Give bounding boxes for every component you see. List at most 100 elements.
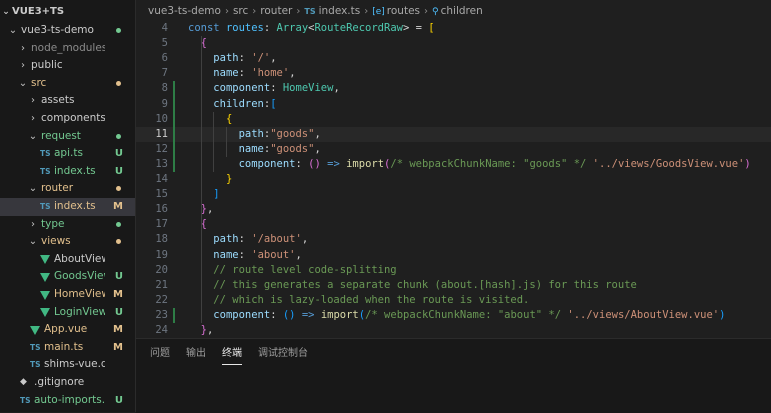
code-text: const routes: Array<RouteRecordRaw> = [ [188, 22, 435, 34]
code-line[interactable]: 6 path: '/', [136, 51, 771, 66]
code-line[interactable]: 12 name:"goods", [136, 142, 771, 157]
git-status-badge: M [113, 289, 123, 300]
breadcrumb-item-router[interactable]: router [260, 5, 292, 17]
tree-item[interactable]: › components [0, 110, 135, 128]
code-line[interactable]: 14 } [136, 172, 771, 187]
explorer-root-header[interactable]: ⌄ VUE3+TS [0, 6, 64, 20]
tree-item-label: public [31, 59, 63, 72]
variable-symbol-icon: [e] [372, 7, 385, 17]
code-editor[interactable]: vue3-ts-demo › src › router › TS index.ts › [e] ro… [136, 0, 771, 338]
chevron-right-icon: › [252, 6, 257, 17]
tree-item[interactable]: › type [0, 216, 135, 234]
code-line[interactable]: 24 }, [136, 323, 771, 338]
panel-tab[interactable]: 问题 [150, 339, 170, 369]
tree-item[interactable]: LoginView.vue U [0, 304, 135, 322]
chevron-right-icon: › [424, 6, 429, 17]
chevron-right-icon: › [31, 113, 35, 124]
code-text: }, [200, 324, 214, 336]
tree-item[interactable]: GoodsView.... U [0, 268, 135, 286]
tree-item[interactable]: TS index.ts M [0, 198, 135, 216]
explorer-root-label: VUE3+TS [12, 6, 65, 17]
git-status-badge: U [114, 306, 123, 318]
line-number: 13 [155, 157, 168, 170]
tree-item[interactable]: ⌄ src [0, 75, 135, 93]
tree-item[interactable]: ⌄ request [0, 128, 135, 146]
line-number: 24 [155, 324, 168, 336]
chevron-right-icon: › [21, 42, 25, 54]
vue-file-icon [40, 290, 50, 300]
tree-item-label: router [41, 182, 74, 195]
tree-item-label: views [41, 235, 71, 248]
panel-tab[interactable]: 调试控制台 [258, 339, 308, 369]
code-line[interactable]: 18 path: '/about', [136, 232, 771, 247]
tree-item[interactable]: TS index.ts U [0, 163, 135, 181]
tree-item[interactable]: › assets [0, 92, 135, 110]
tree-item[interactable]: TSauto-imports.d.ts U [0, 392, 135, 410]
breadcrumb-item-file[interactable]: index.ts [319, 5, 361, 17]
tree-item-label: node_modules [31, 41, 105, 54]
tree-item[interactable]: TS main.ts M [0, 339, 135, 357]
tree-item-label: components [41, 112, 105, 124]
breadcrumb: vue3-ts-demo › src › router › TS index.ts › [e] ro… [136, 0, 771, 22]
indent-guide [200, 36, 202, 323]
tree-item-label: HomeView.... [54, 288, 105, 300]
code-line[interactable]: 23 component: () => import(/* webpackChu… [136, 308, 771, 323]
code-line[interactable]: 8 component: HomeView, [136, 81, 771, 96]
code-line[interactable]: 13 component: () => import(/* webpackChu… [136, 157, 771, 172]
tree-item[interactable]: App.vue M [0, 321, 135, 339]
typescript-file-icon: TS [30, 342, 41, 352]
tree-item[interactable]: HomeView.... M [0, 286, 135, 304]
indent-guide [213, 111, 215, 172]
code-line[interactable]: 5 { [136, 36, 771, 51]
line-number: 12 [155, 142, 168, 155]
panel-tab[interactable]: 输出 [186, 339, 206, 369]
vue-file-icon [40, 272, 50, 282]
tree-item[interactable]: ⌄ vue3-ts-demo [0, 22, 135, 40]
code-line[interactable]: 16 }, [136, 202, 771, 217]
code-line[interactable]: 10 { [136, 112, 771, 127]
breadcrumb-item-children[interactable]: children [441, 5, 483, 17]
code-line[interactable]: 9 children:[ [136, 97, 771, 112]
tree-item[interactable]: AboutView.vue [0, 251, 135, 269]
tree-item[interactable]: › node_modules [0, 40, 135, 58]
property-symbol-icon: ⚲ [432, 7, 439, 17]
code-line[interactable]: 11 path:"goods", [136, 126, 771, 142]
tree-item[interactable]: TSshims-vue.d.ts [0, 356, 135, 374]
tree-item[interactable]: ◆ .gitignore [0, 374, 135, 392]
code-text: path:"goods", [238, 127, 321, 140]
chevron-down-icon: ⌄ [18, 77, 28, 89]
git-status-badge: U [114, 148, 123, 160]
code-text: } [225, 173, 233, 185]
tree-item-label: AboutView.vue [54, 252, 105, 265]
tree-item[interactable]: ⌄ router [0, 180, 135, 198]
code-line[interactable]: 22 // which is lazy-loaded when the rout… [136, 293, 771, 308]
chevron-down-icon: ⌄ [28, 236, 38, 248]
chevron-down-icon: ⌄ [8, 25, 18, 36]
vue-file-icon [40, 255, 50, 265]
breadcrumb-item-src[interactable]: src [233, 5, 248, 17]
tree-item[interactable]: TS api.ts U [0, 145, 135, 163]
code-line[interactable]: 7 name: 'home', [136, 66, 771, 81]
line-number: 21 [155, 278, 168, 291]
line-number: 14 [155, 173, 168, 185]
tree-item[interactable]: ⌄ views [0, 233, 135, 251]
panel-tab[interactable]: 终端 [222, 339, 242, 369]
code-line[interactable]: 4 const routes: Array<RouteRecordRaw> = [ [136, 21, 771, 36]
code-line[interactable]: 20 // route level code-splitting [136, 263, 771, 278]
typescript-file-icon: TS [30, 360, 41, 370]
code-text: component: () => import(/* webpackChunkN… [238, 157, 751, 170]
chevron-right-icon: › [31, 218, 35, 230]
chevron-right-icon: › [364, 6, 369, 17]
breadcrumb-item-routes[interactable]: routes [387, 5, 420, 17]
git-status-dot [116, 80, 121, 86]
breadcrumb-item-project[interactable]: vue3-ts-demo [148, 5, 221, 17]
code-line[interactable]: 19 name: 'about', [136, 248, 771, 263]
code-line[interactable]: 17 { [136, 217, 771, 232]
tree-item-label: index.ts [54, 200, 96, 212]
code-line[interactable]: 15 ] [136, 187, 771, 202]
chevron-right-icon: › [224, 6, 229, 17]
tree-item-label: vue3-ts-demo [21, 24, 94, 36]
tree-item[interactable]: › public [0, 57, 135, 75]
tree-item-label: api.ts [54, 147, 83, 160]
code-line[interactable]: 21 // this generates a separate chunk (a… [136, 278, 771, 293]
